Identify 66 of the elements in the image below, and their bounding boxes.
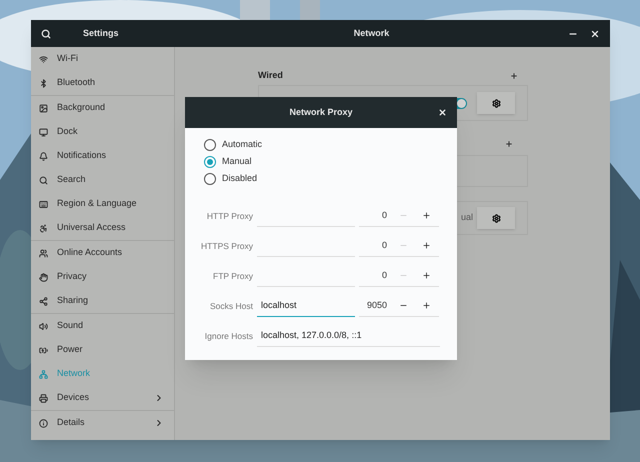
settings-icon: [492, 98, 500, 108]
radio-label: Automatic: [222, 138, 262, 151]
sidebar-item[interactable]: Bluetooth: [31, 71, 174, 95]
dialog-title: Network Proxy: [289, 106, 353, 119]
bell-icon: [39, 152, 48, 160]
add-icon[interactable]: [510, 72, 518, 80]
bluetooth-icon: [39, 78, 48, 88]
info-icon: [39, 418, 48, 428]
increment-icon[interactable]: [422, 211, 431, 220]
radio-label: Disabled: [222, 172, 258, 185]
radio-button[interactable]: [204, 156, 216, 168]
printer-icon: [39, 394, 48, 402]
search-icon: [39, 176, 48, 184]
sidebar-item[interactable]: Sharing: [31, 289, 174, 313]
radio-button[interactable]: [204, 138, 216, 150]
wifi-icon: [39, 54, 48, 64]
increment-icon[interactable]: [422, 241, 431, 250]
sidebar-item[interactable]: Notifications: [31, 144, 174, 168]
sidebar-item[interactable]: Dock: [31, 120, 174, 144]
sidebar-item[interactable]: Details: [31, 411, 174, 435]
field-label: Socks Host: [209, 300, 253, 312]
sidebar-item[interactable]: Sound: [31, 314, 174, 338]
field-label: Ignore Hosts: [204, 330, 253, 342]
proxy-mode-text: ual: [460, 211, 473, 224]
ignore-hosts-field[interactable]: localhost, 127.0.0.0/8, ::1: [257, 325, 440, 347]
image-icon: [39, 104, 48, 112]
window-title: Settings: [83, 26, 119, 40]
settings-button[interactable]: [477, 207, 515, 229]
radio-label: Manual: [222, 154, 252, 168]
monitor-icon: [39, 128, 48, 136]
sidebar-item[interactable]: Privacy: [31, 265, 174, 289]
keyboard-icon: [39, 200, 48, 208]
sidebar-item[interactable]: Wi-Fi: [31, 47, 174, 71]
accessibility-icon: [39, 224, 48, 232]
sidebar-item[interactable]: Devices: [31, 386, 174, 410]
field-label: HTTP Proxy: [206, 210, 253, 222]
section-heading: Wired: [258, 69, 283, 82]
users-icon: [39, 248, 48, 258]
share-icon: [39, 296, 48, 306]
hand-icon: [39, 272, 48, 282]
sidebar-item[interactable]: Region & Language: [31, 192, 174, 216]
port-field[interactable]: 9050: [359, 295, 439, 317]
settings-button[interactable]: [477, 92, 515, 114]
network-icon: [39, 370, 48, 378]
sidebar-item[interactable]: Universal Access: [31, 216, 174, 240]
page-title: Network: [354, 26, 390, 40]
field-label: FTP Proxy: [212, 270, 253, 282]
port-field[interactable]: 0: [359, 265, 439, 287]
sidebar-item[interactable]: Power: [31, 338, 174, 362]
field-label: HTTPS Proxy: [200, 240, 253, 252]
close-icon[interactable]: [438, 108, 447, 117]
settings-icon: [492, 214, 500, 222]
search-icon[interactable]: [41, 28, 51, 38]
speaker-icon: [39, 322, 48, 330]
increment-icon[interactable]: [422, 271, 431, 280]
sidebar-item[interactable]: Background: [31, 96, 174, 120]
add-icon[interactable]: [505, 140, 513, 148]
sidebar-item[interactable]: Search: [31, 168, 174, 192]
close-icon[interactable]: [590, 28, 600, 38]
battery-icon: [39, 346, 48, 354]
radio-button[interactable]: [204, 172, 216, 184]
port-field[interactable]: 0: [359, 205, 439, 227]
port-field[interactable]: 0: [359, 235, 439, 257]
increment-icon[interactable]: [422, 301, 431, 310]
host-field[interactable]: localhost: [257, 295, 355, 317]
sidebar-item[interactable]: Online Accounts: [31, 241, 174, 265]
